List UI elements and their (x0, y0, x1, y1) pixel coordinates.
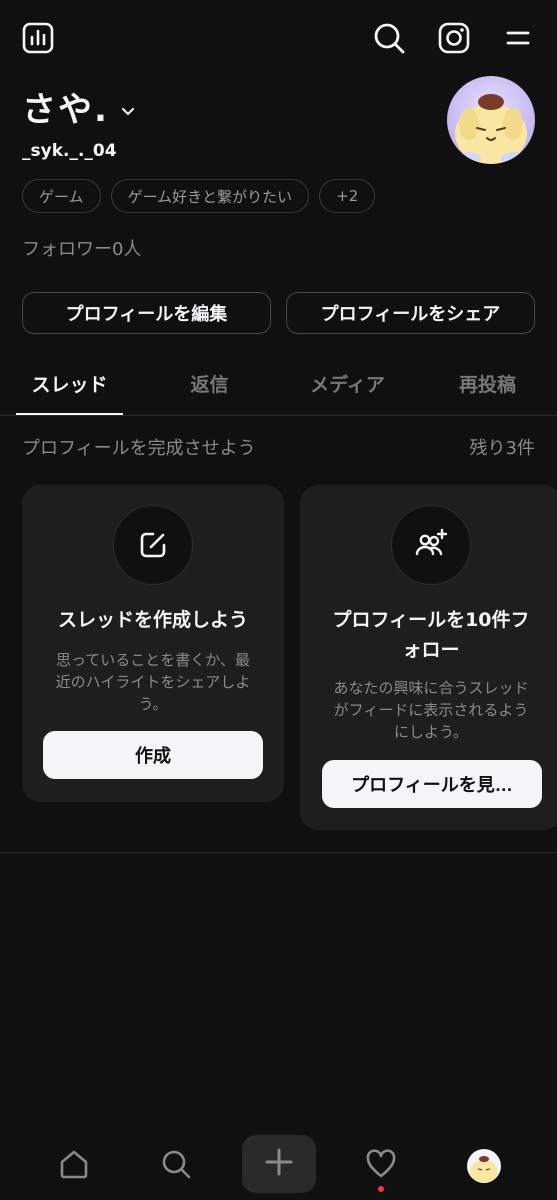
followers-count[interactable]: フォロワー0人 (22, 238, 141, 262)
notification-dot (378, 1186, 384, 1192)
search-icon (160, 1148, 192, 1184)
follow-users-icon (391, 505, 471, 585)
card-title: スレッドを作成しよう (57, 609, 248, 631)
tab-replies[interactable]: 返信 (156, 366, 263, 400)
nav-profile[interactable] (456, 1140, 512, 1192)
view-profiles-button[interactable]: プロフィールを見… (322, 760, 542, 808)
home-icon (58, 1148, 90, 1184)
instagram-icon[interactable] (436, 20, 472, 56)
tag-more-chip[interactable]: +2 (319, 179, 376, 213)
follow-profiles-card: プロフィールを10件フ ォロー あなたの興味に合うスレッド がフィードに表示され… (300, 485, 557, 830)
remaining-count: 残り3件 (469, 438, 535, 459)
nav-create[interactable] (242, 1135, 316, 1193)
compose-icon (113, 505, 193, 585)
search-icon[interactable] (371, 20, 407, 56)
complete-profile-title: プロフィールを完成させよう (22, 438, 256, 459)
insights-icon[interactable] (20, 20, 56, 56)
heart-icon (365, 1148, 397, 1184)
nav-home[interactable] (46, 1140, 102, 1192)
create-button[interactable]: 作成 (43, 731, 263, 779)
tab-reposts[interactable]: 再投稿 (434, 366, 541, 400)
menu-icon[interactable] (500, 20, 536, 56)
card-title: プロフィールを10件フ ォロー (332, 609, 530, 661)
divider (0, 415, 557, 416)
username: _syk._._04 (22, 141, 117, 161)
tag-chip[interactable]: ゲーム好きと繋がりたい (110, 179, 310, 213)
tab-media[interactable]: メディア (294, 366, 401, 400)
card-description: 思っていることを書くか、最 近のハイライトをシェアしよ う。 (55, 651, 251, 713)
card-description: あなたの興味に合うスレッド がフィードに表示されるよう にしよう。 (333, 679, 529, 741)
avatar[interactable] (447, 76, 535, 164)
interest-tags: ゲーム ゲーム好きと繋がりたい +2 (22, 179, 376, 213)
edit-profile-button[interactable]: プロフィールを編集 (22, 292, 271, 334)
profile-avatar (467, 1149, 501, 1183)
create-thread-card: スレッドを作成しよう 思っていることを書くか、最 近のハイライトをシェアしよ う… (22, 485, 284, 802)
tab-threads[interactable]: スレッド (16, 366, 123, 400)
chevron-down-icon[interactable] (120, 104, 136, 120)
plus-icon (264, 1147, 294, 1181)
nav-search[interactable] (148, 1140, 204, 1192)
display-name[interactable]: さや. (22, 88, 109, 132)
nav-activity[interactable] (353, 1140, 409, 1192)
tag-chip[interactable]: ゲーム (22, 179, 101, 213)
divider (0, 852, 557, 853)
share-profile-button[interactable]: プロフィールをシェア (286, 292, 535, 334)
